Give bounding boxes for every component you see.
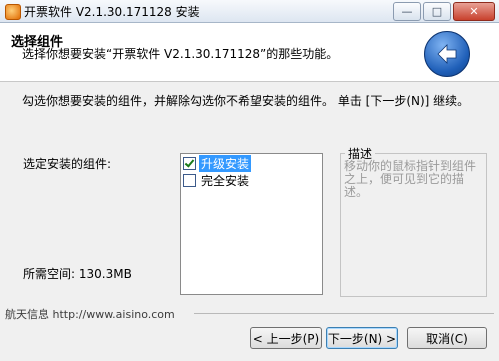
description-text: 移动你的鼠标指针到组件之上，便可见到它的描述。 bbox=[344, 159, 477, 199]
window-titlebar: 开票软件 V2.1.30.171128 安装 — □ ✕ bbox=[0, 0, 499, 23]
footer-divider bbox=[194, 313, 494, 314]
cancel-button[interactable]: 取消(C) bbox=[407, 327, 487, 349]
space-required: 所需空间: 130.3MB bbox=[23, 267, 132, 281]
component-label[interactable]: 升级安装 bbox=[199, 154, 252, 172]
back-button[interactable]: < 上一步(P) bbox=[250, 327, 322, 349]
window-controls: — □ ✕ bbox=[391, 2, 495, 21]
checkbox-unchecked-icon[interactable] bbox=[183, 173, 196, 187]
back-arrow-icon bbox=[424, 31, 470, 77]
maximize-button[interactable]: □ bbox=[423, 2, 451, 21]
component-item-upgrade[interactable]: 升级安装 bbox=[181, 154, 322, 172]
instruction-text: 勾选你想要安装的组件，并解除勾选你不希望安装的组件。 单击 [下一步(N)] 继… bbox=[22, 94, 470, 108]
window-title: 开票软件 V2.1.30.171128 安装 bbox=[24, 5, 200, 19]
page-description: 选择你想要安装“开票软件 V2.1.30.171128”的那些功能。 bbox=[22, 47, 339, 61]
invoice-app-icon bbox=[5, 4, 21, 20]
component-label[interactable]: 完全安装 bbox=[199, 172, 251, 189]
next-button[interactable]: 下一步(N) > bbox=[326, 327, 398, 349]
component-list[interactable]: 升级安装 完全安装 bbox=[180, 153, 323, 295]
component-item-full[interactable]: 完全安装 bbox=[181, 172, 322, 188]
components-label: 选定安装的组件: bbox=[23, 157, 112, 171]
minimize-button[interactable]: — bbox=[393, 2, 421, 21]
brand-link[interactable]: 航天信息 http://www.aisino.com bbox=[5, 306, 175, 322]
wizard-header: 选择组件 选择你想要安装“开票软件 V2.1.30.171128”的那些功能。 bbox=[0, 23, 499, 82]
close-button[interactable]: ✕ bbox=[453, 2, 495, 21]
checkbox-checked-icon[interactable] bbox=[183, 156, 196, 170]
